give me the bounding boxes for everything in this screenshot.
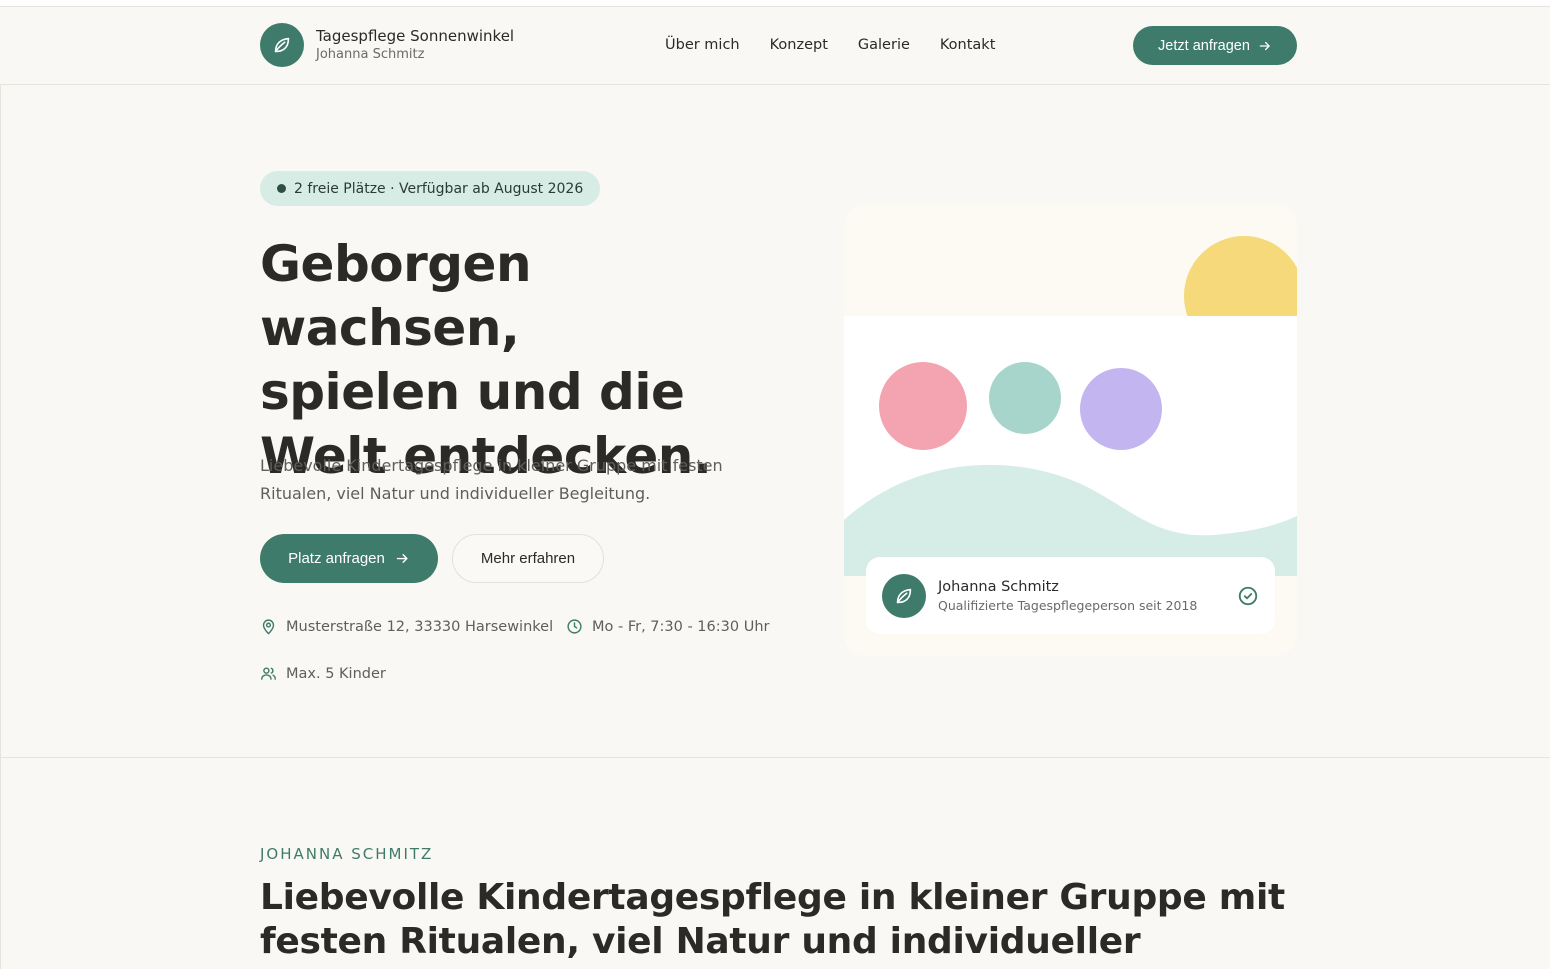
profile-subtitle: Qualifizierte Tagespflegeperson seit 201…: [938, 597, 1198, 613]
page-edge: [0, 85, 1, 969]
jetzt-anfragen-button[interactable]: Jetzt anfragen: [1133, 26, 1297, 65]
mehr-erfahren-label: Mehr erfahren: [480, 550, 576, 567]
mehr-erfahren-button[interactable]: Mehr erfahren: [452, 534, 604, 583]
leaf-icon: [260, 23, 304, 67]
brand-subtitle: Johanna Schmitz: [316, 47, 425, 62]
section-divider: [0, 757, 1550, 758]
availability-badge: 2 freie Plätze · Verfügbar ab August 202…: [260, 171, 600, 206]
hours-text: Mo - Fr, 7:30 - 16:30 Uhr: [592, 618, 770, 635]
leaf-icon: [882, 573, 926, 618]
brand-title: Tagespflege Sonnenwinkel: [316, 27, 515, 45]
mint-circle: [989, 362, 1061, 434]
hero-headline: Geborgen wachsen, spielen und die Welt e…: [260, 232, 780, 488]
nav-item-konzept[interactable]: Konzept: [770, 35, 828, 55]
about-eyebrow: JOHANNA SCHMITZ: [260, 845, 434, 863]
capacity-info: Max. 5 Kinder: [260, 665, 386, 682]
pink-circle: [879, 362, 967, 450]
check-circle-icon: [1238, 586, 1258, 606]
availability-badge-text: 2 freie Plätze · Verfügbar ab August 202…: [294, 180, 584, 197]
nav-item-kontakt[interactable]: Kontakt: [940, 35, 996, 55]
map-pin-icon: [262, 619, 275, 635]
lavender-circle: [1080, 368, 1162, 450]
profile-name: Johanna Schmitz: [938, 578, 1059, 595]
about-headline: Liebevolle Kindertagespflege in kleiner …: [260, 877, 1285, 969]
platz-anfragen-label: Platz anfragen: [288, 550, 385, 567]
hero-headline-line-1: Geborgen wachsen,: [260, 235, 532, 357]
hero-headline-line-2: spielen und die: [260, 363, 685, 421]
brand[interactable]: Tagespflege Sonnenwinkel Johanna Schmitz: [260, 23, 514, 67]
hours-info: Mo - Fr, 7:30 - 16:30 Uhr: [566, 618, 769, 635]
status-dot-icon: [277, 184, 286, 193]
arrow-right-icon: [396, 554, 408, 563]
hero-lead: Liebevolle Kindertagespflege in kleiner …: [260, 456, 723, 503]
platz-anfragen-button[interactable]: Platz anfragen: [260, 534, 438, 583]
address-info: Musterstraße 12, 33330 Harsewinkel: [260, 618, 553, 635]
nav-item-galerie[interactable]: Galerie: [858, 35, 910, 55]
capacity-text: Max. 5 Kinder: [286, 665, 386, 682]
jetzt-anfragen-label: Jetzt anfragen: [1158, 37, 1250, 54]
main-nav: Über mich Konzept Galerie Kontakt: [665, 35, 995, 55]
arrow-right-icon: [1259, 41, 1270, 50]
clock-icon: [567, 619, 582, 634]
site-header: Tagespflege Sonnenwinkel Johanna Schmitz…: [0, 6, 1550, 85]
nav-item-ueber-mich[interactable]: Über mich: [665, 35, 740, 55]
users-icon: [261, 667, 276, 680]
address-text: Musterstraße 12, 33330 Harsewinkel: [286, 618, 554, 635]
profile-card: Johanna Schmitz Qualifizierte Tagespfleg…: [866, 557, 1275, 634]
